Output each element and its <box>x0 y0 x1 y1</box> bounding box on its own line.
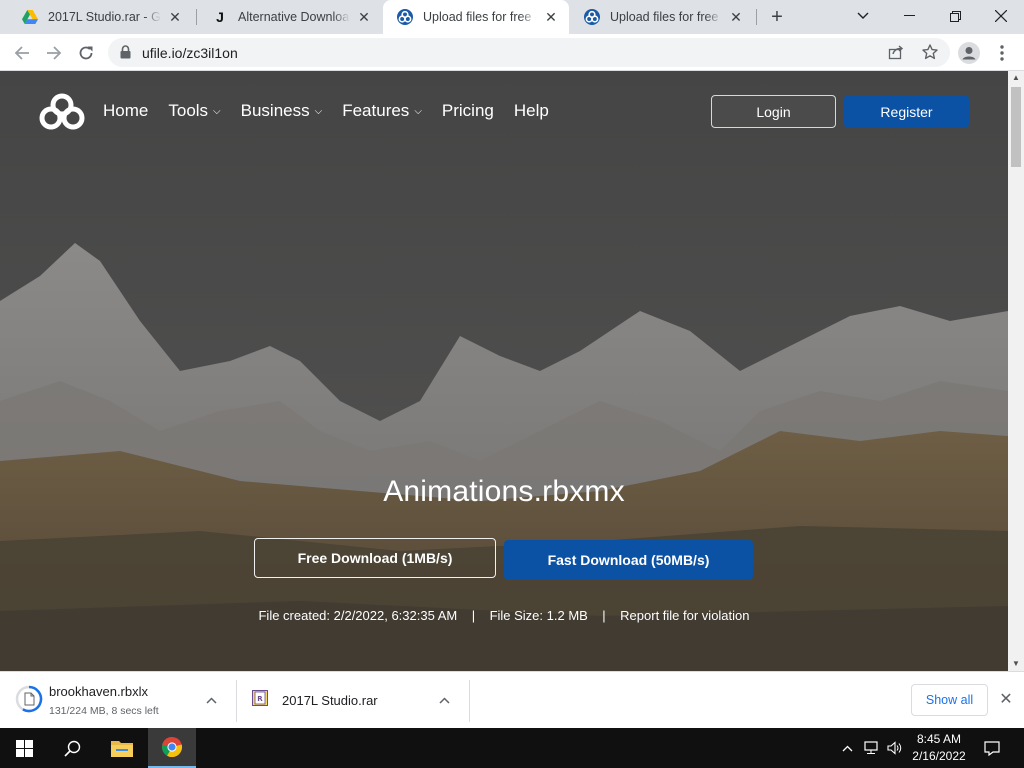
close-window-icon[interactable] <box>978 0 1024 32</box>
download-file-name: brookhaven.rbxlx <box>49 684 148 699</box>
scrollbar-thumb[interactable] <box>1011 87 1021 167</box>
chevron-up-icon[interactable] <box>206 693 217 707</box>
ufile-logo-icon <box>584 9 600 25</box>
tab-title: Alternative Downloads <box>238 10 350 24</box>
download-item-brookhaven[interactable]: brookhaven.rbxlx 131/224 MB, 8 secs left <box>0 672 236 729</box>
close-tab-icon[interactable]: ✕ <box>356 9 372 25</box>
download-shelf: brookhaven.rbxlx 131/224 MB, 8 secs left… <box>0 671 1024 728</box>
show-hidden-icons-chevron-icon[interactable] <box>838 728 856 768</box>
action-center-notification-icon[interactable] <box>980 728 1004 768</box>
chevron-down-icon: ⌵ <box>213 105 221 117</box>
mountain-background-image <box>0 71 1008 671</box>
file-name-heading: Animations.rbxmx <box>383 475 625 508</box>
nav-business[interactable]: Business ⌵ <box>241 101 323 121</box>
nav-label: Business <box>240 101 310 120</box>
download-item-2017l-studio[interactable]: R 2017L Studio.rar <box>237 672 469 729</box>
close-tab-icon[interactable]: ✕ <box>543 9 559 25</box>
scroll-down-arrow-icon[interactable]: ▼ <box>1008 657 1024 671</box>
nav-features[interactable]: Features ⌵ <box>342 101 422 121</box>
tab-divider <box>756 9 757 25</box>
back-icon[interactable] <box>10 41 34 65</box>
reload-icon[interactable] <box>74 41 98 65</box>
download-progress-status: 131/224 MB, 8 secs left <box>49 705 159 717</box>
chevron-down-icon: ⌵ <box>314 105 323 117</box>
windows-taskbar: 8:45 AM 2/16/2022 <box>0 728 1024 768</box>
ufile-logo-icon[interactable] <box>38 93 86 136</box>
ufile-logo-icon <box>397 9 413 25</box>
file-size: File Size: 1.2 MB <box>489 608 588 623</box>
lock-icon[interactable] <box>120 45 131 64</box>
browser-toolbar: ufile.io/zc3il1on <box>0 34 1024 71</box>
download-file-name: 2017L Studio.rar <box>282 693 378 708</box>
google-drive-icon <box>22 9 38 25</box>
nav-home[interactable]: Home <box>103 101 148 121</box>
clock-time: 8:45 AM <box>916 732 962 746</box>
address-bar[interactable]: ufile.io/zc3il1on <box>108 38 950 67</box>
clock-date: 2/16/2022 <box>912 749 966 763</box>
volume-icon[interactable] <box>884 728 906 768</box>
download-divider <box>469 680 470 722</box>
close-tab-icon[interactable]: ✕ <box>728 9 744 25</box>
register-button[interactable]: Register <box>844 95 969 128</box>
tab-title: Upload files for free - <box>610 10 722 24</box>
nav-label: Tools <box>168 101 209 120</box>
chevron-up-icon[interactable] <box>439 693 450 707</box>
file-explorer-icon[interactable] <box>98 728 146 768</box>
nav-label: Pricing <box>441 101 494 120</box>
scroll-up-arrow-icon[interactable]: ▲ <box>1008 71 1024 85</box>
svg-text:R: R <box>257 695 263 703</box>
report-file-link[interactable]: Report file for violation <box>620 608 749 623</box>
tab-strip: 2017L Studio.rar - Goo ✕ J Alternative D… <box>0 0 1024 34</box>
tab-google-drive[interactable]: 2017L Studio.rar - Goo ✕ <box>8 0 193 34</box>
nav-label: Home <box>103 101 149 120</box>
new-tab-icon[interactable]: + <box>764 5 790 29</box>
nav-help[interactable]: Help <box>514 101 549 121</box>
minimize-icon[interactable] <box>886 0 932 32</box>
show-all-downloads-button[interactable]: Show all <box>911 684 988 716</box>
chevron-down-icon: ⌵ <box>414 105 422 117</box>
chrome-taskbar-icon[interactable] <box>148 728 196 768</box>
tab-upload-files[interactable]: Upload files for free - ✕ <box>570 0 754 34</box>
share-icon[interactable] <box>888 44 904 65</box>
tab-alternative-downloads[interactable]: J Alternative Downloads ✕ <box>198 0 382 34</box>
nav-label: Features <box>342 101 410 120</box>
windows-start-icon[interactable] <box>0 728 48 768</box>
taskbar-clock[interactable]: 8:45 AM 2/16/2022 <box>906 731 972 765</box>
tab-title: 2017L Studio.rar - Goo <box>48 10 161 24</box>
main-navigation: Home Tools ⌵ Business ⌵ Features ⌵ Pricing … <box>103 101 549 121</box>
page-viewport: Home Tools ⌵ Business ⌵ Features ⌵ Pricing … <box>0 71 1008 671</box>
tab-title: Upload files for free - <box>423 10 537 24</box>
close-tab-icon[interactable]: ✕ <box>167 9 183 25</box>
close-shelf-icon[interactable]: ✕ <box>996 690 1016 710</box>
profile-avatar-icon[interactable] <box>957 41 981 65</box>
fast-download-button[interactable]: Fast Download (50MB/s) <box>504 540 753 580</box>
nav-label: Help <box>513 101 549 120</box>
network-icon[interactable] <box>860 728 882 768</box>
nav-tools[interactable]: Tools ⌵ <box>168 101 220 121</box>
search-icon[interactable] <box>48 728 96 768</box>
tab-search-chevron-icon[interactable] <box>840 0 886 32</box>
url-text[interactable]: ufile.io/zc3il1on <box>142 45 238 61</box>
bookmark-star-icon[interactable] <box>922 44 938 65</box>
file-info-bar: File created: 2/2/2022, 6:32:35 AM | Fil… <box>0 608 1008 623</box>
browser-menu-icon[interactable] <box>990 41 1014 65</box>
file-created-date: File created: 2/2/2022, 6:32:35 AM <box>258 608 458 623</box>
free-download-button[interactable]: Free Download (1MB/s) <box>254 538 496 578</box>
j-letter-icon: J <box>216 9 224 25</box>
file-icon <box>15 685 43 718</box>
forward-icon[interactable] <box>42 41 66 65</box>
winrar-archive-icon: R <box>252 690 268 711</box>
tab-upload-files-active[interactable]: Upload files for free - ✕ <box>383 0 569 34</box>
nav-pricing[interactable]: Pricing <box>442 101 494 121</box>
restore-icon[interactable] <box>932 0 978 32</box>
tab-divider <box>196 9 197 25</box>
login-button[interactable]: Login <box>711 95 836 128</box>
page-scrollbar[interactable]: ▲ ▼ <box>1008 71 1024 671</box>
